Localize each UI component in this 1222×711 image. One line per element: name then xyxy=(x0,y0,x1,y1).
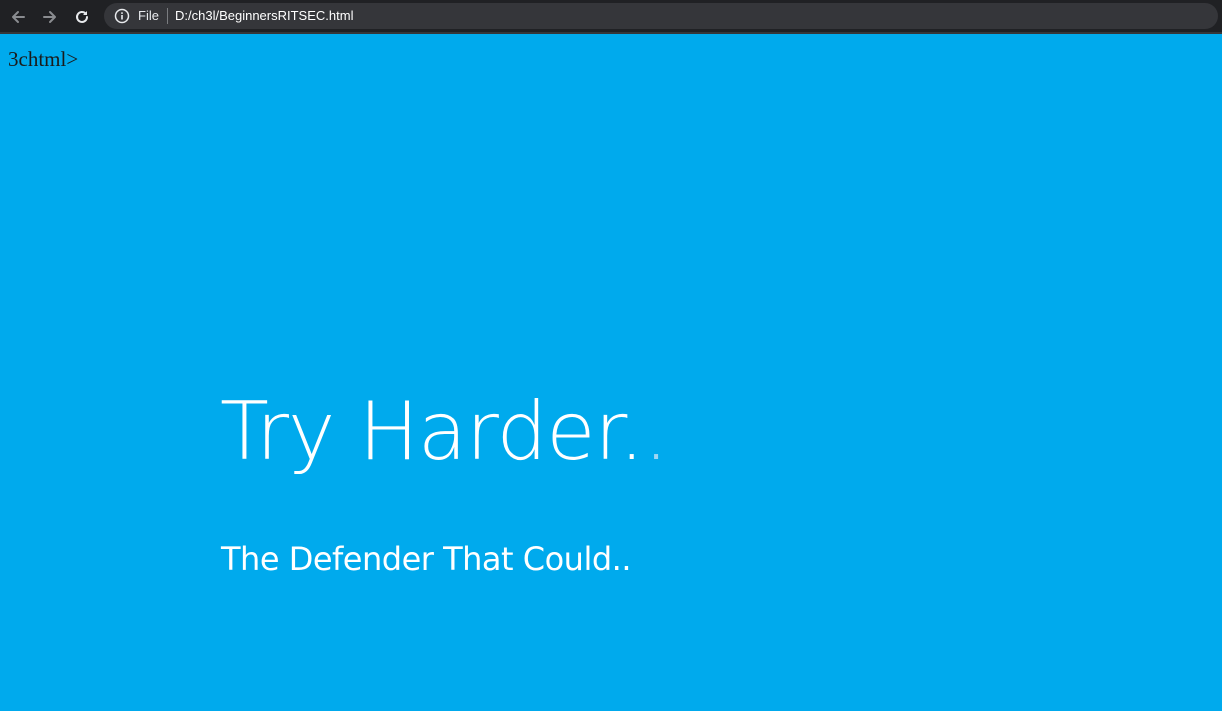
forward-button[interactable] xyxy=(39,6,61,28)
arrow-left-icon xyxy=(12,11,25,23)
page-subheadline: The Defender That Could.. xyxy=(221,540,631,578)
browser-toolbar: File D:/ch3l/BeginnersRITSEC.html xyxy=(0,0,1222,34)
scheme-label: File xyxy=(138,8,159,23)
page-headline: Try Harder.. xyxy=(220,382,669,482)
back-button[interactable] xyxy=(7,6,29,28)
headline-dots: . xyxy=(643,385,668,478)
address-divider xyxy=(167,8,168,24)
url-text[interactable]: D:/ch3l/BeginnersRITSEC.html xyxy=(175,7,353,25)
info-icon[interactable] xyxy=(114,8,130,24)
stray-text: 3chtml> xyxy=(8,47,79,71)
arrow-right-icon xyxy=(43,11,56,23)
headline-text: Try Harder. xyxy=(220,385,644,478)
reload-button[interactable] xyxy=(71,6,93,28)
reload-icon xyxy=(76,10,88,23)
address-bar[interactable]: File D:/ch3l/BeginnersRITSEC.html xyxy=(104,3,1218,29)
